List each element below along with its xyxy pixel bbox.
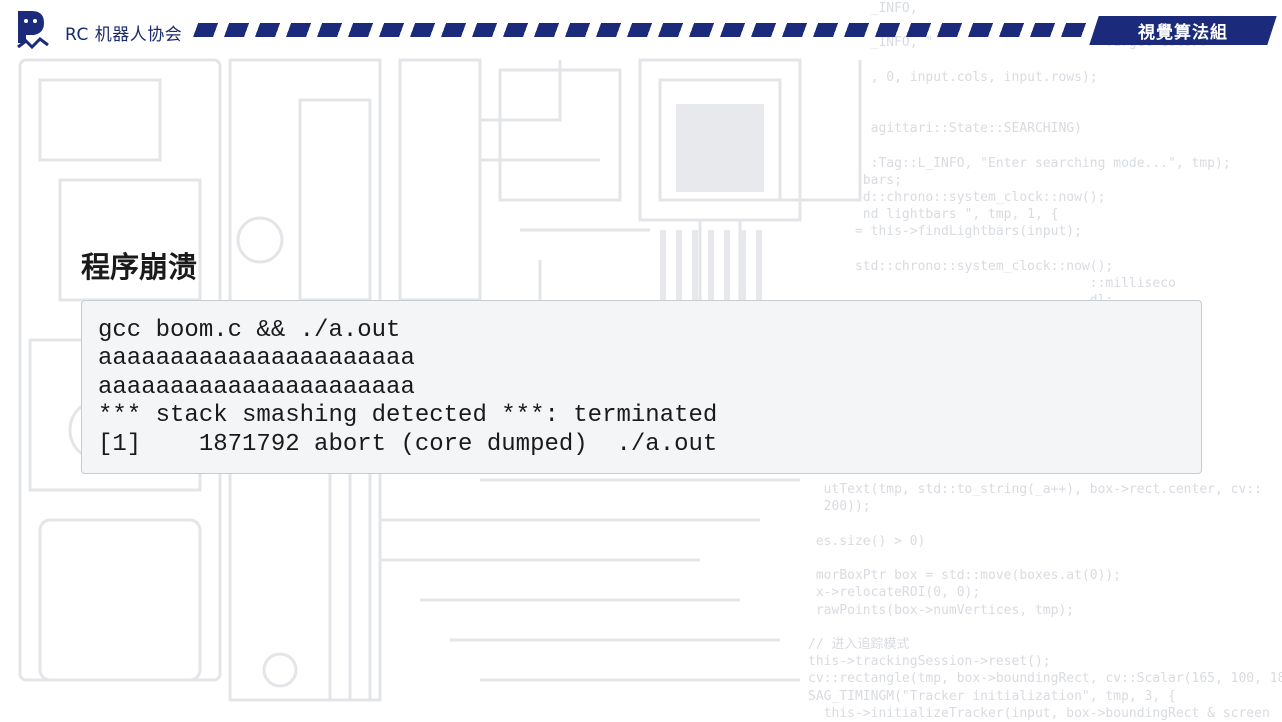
slide-title: 程序崩溃 xyxy=(81,250,198,284)
background-code-line xyxy=(808,516,1282,533)
terminal-line: [1] 1871792 abort (core dumped) ./a.out xyxy=(98,430,718,458)
background-code-line: utText(tmp, std::to_string(_a++), box->r… xyxy=(808,482,1262,498)
terminal-line: *** stack smashing detected ***: termina… xyxy=(98,402,718,430)
background-code-line: rawPoints(box->numVertices, tmp); xyxy=(808,602,1075,618)
terminal-line: aaaaaaaaaaaaaaaaaaaaaa xyxy=(98,373,415,401)
background-code-line: :Tag::L_INFO, "Enter searching mode...",… xyxy=(808,155,1231,171)
background-code-line: bars; xyxy=(808,172,902,188)
background-code-line xyxy=(808,86,1282,103)
background-code-line xyxy=(808,550,1282,567)
department-tag: 視覺算法組 xyxy=(1138,23,1228,43)
background-code-line: , 0, input.cols, input.rows); xyxy=(808,69,1098,85)
background-code-line: 200)); xyxy=(808,499,871,515)
header-stripe-decoration xyxy=(193,23,1099,37)
background-code-line: SAG_TIMINGM("Tracker initialization", tm… xyxy=(808,688,1176,704)
background-code-line xyxy=(808,619,1282,636)
background-code-line: agittari::State::SEARCHING) xyxy=(808,121,1082,137)
background-code-line: std::chrono::system_clock::now(); xyxy=(808,258,1114,274)
terminal-line: gcc boom.c && ./a.out xyxy=(98,317,401,344)
background-code-line: this->initializeTracker(input, box->boun… xyxy=(808,705,1270,721)
terminal-line: aaaaaaaaaaaaaaaaaaaaaa xyxy=(98,345,415,373)
background-code-line: morBoxPtr box = std::move(boxes.at(0)); xyxy=(808,568,1122,584)
background-code-line xyxy=(808,138,1282,155)
background-code-line: _INFO, xyxy=(808,1,918,16)
background-code-line: x->relocateROI(0, 0); xyxy=(808,585,981,601)
terminal-output-block: gcc boom.c && ./a.out aaaaaaaaaaaaaaaaaa… xyxy=(81,300,1202,474)
rc-logo-icon xyxy=(17,11,49,49)
background-code-line: d::chrono::system_clock::now(); xyxy=(808,190,1106,206)
background-code-line: nd lightbars ", tmp, 1, { xyxy=(808,207,1059,223)
background-code-line: cv::rectangle(tmp, box->boundingRect, cv… xyxy=(808,671,1282,687)
background-code-line: es.size() > 0) xyxy=(808,533,926,549)
background-code-line: = this->findLightbars(input); xyxy=(808,224,1082,240)
background-code-line xyxy=(808,103,1282,120)
background-code-line: ::milliseco xyxy=(808,276,1176,291)
background-code-line xyxy=(808,52,1282,69)
organization-name: RC 机器人协会 xyxy=(65,25,183,45)
background-code-line xyxy=(808,241,1282,258)
background-code-line: this->trackingSession->reset(); xyxy=(808,654,1051,670)
background-code-line: // 进入追踪模式 xyxy=(808,636,910,652)
